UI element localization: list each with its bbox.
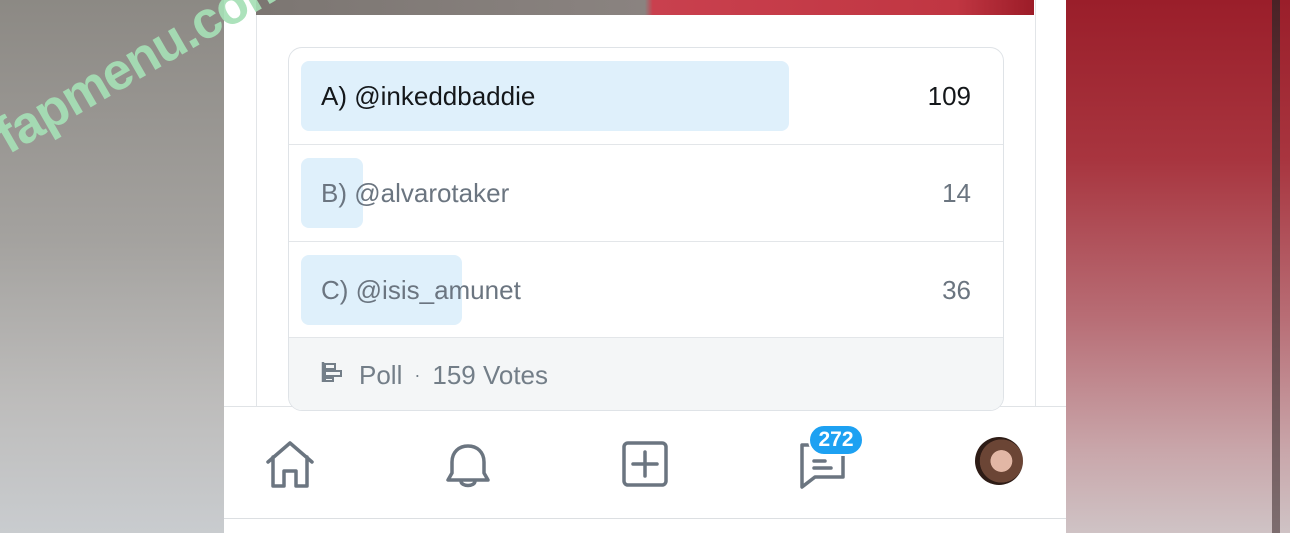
separator-dot: ·	[414, 365, 421, 385]
compose-icon[interactable]	[616, 435, 674, 493]
poll-footer: Poll · 159 Votes	[289, 337, 1003, 410]
messages-badge: 272	[808, 424, 864, 456]
nav-divider	[224, 518, 1066, 519]
poll-option-label: C) @isis_amunet	[321, 275, 521, 305]
poll-type-label: Poll	[359, 360, 403, 390]
poll-option-label: A) @inkeddbaddie	[321, 81, 536, 111]
poll-option-a[interactable]: A) @inkeddbaddie 109	[289, 48, 1003, 145]
background-left	[0, 0, 224, 533]
background-right	[1066, 0, 1290, 533]
tweet-media-preview[interactable]	[256, 0, 1034, 15]
notifications-icon[interactable]	[439, 435, 497, 493]
poll-icon	[319, 358, 359, 393]
poll-option-label: B) @alvarotaker	[321, 178, 510, 208]
poll-option-count: 109	[927, 81, 971, 111]
poll: A) @inkeddbaddie 109 B) @alvarotaker 14 …	[288, 47, 1004, 411]
bottom-nav	[224, 406, 1066, 519]
poll-option-count: 36	[942, 275, 971, 305]
poll-option-count: 14	[942, 178, 971, 208]
home-icon[interactable]	[261, 435, 319, 493]
poll-option-b[interactable]: B) @alvarotaker 14	[289, 145, 1003, 242]
profile-avatar[interactable]	[975, 437, 1023, 485]
background-right-edge	[1272, 0, 1280, 533]
poll-vote-count: 159 Votes	[432, 360, 549, 390]
poll-option-c[interactable]: C) @isis_amunet 36	[289, 242, 1003, 339]
